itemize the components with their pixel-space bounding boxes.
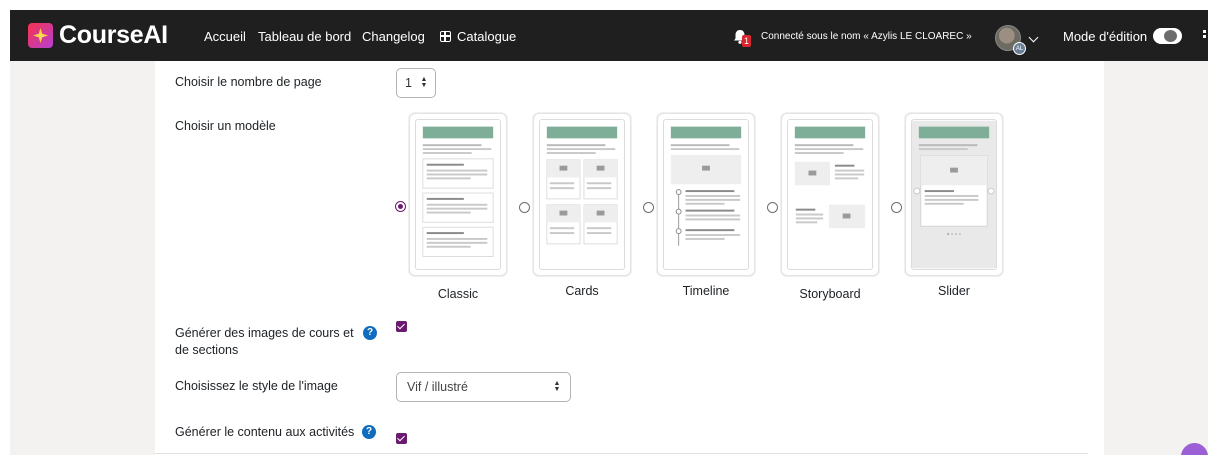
- generate-images-label-line1: Générer des images de cours et: [175, 326, 354, 340]
- edit-mode-toggle-knob: [1164, 30, 1177, 42]
- template-thumbnail-classic: [415, 119, 501, 270]
- nav-link-catalogue[interactable]: Catalogue: [440, 29, 516, 44]
- section-divider: [155, 453, 1088, 454]
- brand-logo-icon: [28, 23, 53, 48]
- left-gutter: [10, 61, 155, 455]
- template-name-timeline: Timeline: [682, 284, 730, 298]
- template-card-slider[interactable]: [905, 113, 1003, 276]
- template-radio-timeline[interactable]: [643, 202, 654, 213]
- image-style-select[interactable]: Vif / illustré: [396, 372, 571, 402]
- template-thumbnail-cards: [539, 119, 625, 270]
- template-name-storyboard: Storyboard: [799, 287, 861, 301]
- nav-link-accueil[interactable]: Accueil: [204, 29, 246, 44]
- template-label: Choisir un modèle: [175, 119, 276, 133]
- template-name-cards: Cards: [565, 284, 599, 298]
- notification-count-badge: 1: [742, 35, 751, 47]
- nav-link-tableau-de-bord[interactable]: Tableau de bord: [258, 29, 351, 44]
- connected-as-text: Connecté sous le nom « Azylis LE CLOAREC…: [761, 31, 972, 42]
- page-count-select[interactable]: 1: [396, 68, 436, 98]
- page-count-label: Choisir le nombre de page: [175, 75, 322, 89]
- help-icon[interactable]: ?: [362, 425, 376, 439]
- template-card-storyboard[interactable]: [781, 113, 879, 276]
- top-navbar: CourseAI Accueil Tableau de bord Changel…: [10, 10, 1208, 61]
- nav-link-changelog[interactable]: Changelog: [362, 29, 425, 44]
- template-radio-slider[interactable]: [891, 202, 902, 213]
- template-card-timeline[interactable]: [657, 113, 755, 276]
- template-radio-storyboard[interactable]: [767, 202, 778, 213]
- chevron-down-icon[interactable]: [1028, 32, 1039, 43]
- template-thumbnail-storyboard: [787, 119, 873, 270]
- template-thumbnail-slider: [911, 119, 997, 270]
- grid-icon: [440, 31, 451, 42]
- brand-name: CourseAI: [59, 21, 168, 49]
- image-style-value: Vif / illustré: [407, 380, 468, 394]
- generate-images-checkbox[interactable]: [396, 321, 407, 332]
- template-name-classic: Classic: [437, 287, 479, 301]
- template-radio-classic[interactable]: [395, 201, 406, 212]
- template-radio-cards[interactable]: [519, 202, 530, 213]
- select-arrows-icon: ▲ ▼: [420, 76, 428, 89]
- generate-images-label-line2: de sections: [175, 343, 239, 357]
- select-arrows-icon: ▲ ▼: [553, 380, 561, 393]
- help-icon[interactable]: ?: [363, 326, 377, 340]
- template-thumbnail-timeline: [663, 119, 749, 270]
- edit-mode-label: Mode d'édition: [1063, 29, 1148, 44]
- nav-link-catalogue-label: Catalogue: [457, 29, 517, 44]
- page-count-value: 1: [405, 76, 412, 90]
- generate-content-checkbox[interactable]: [396, 433, 407, 444]
- image-style-label: Choisissez le style de l'image: [175, 379, 338, 393]
- template-name-slider: Slider: [938, 284, 970, 298]
- right-gutter: [1104, 61, 1208, 455]
- avatar-initials: AL: [1013, 42, 1026, 55]
- brand-logo[interactable]: CourseAI: [28, 23, 168, 48]
- template-card-cards[interactable]: [533, 113, 631, 276]
- generate-content-label: Générer le contenu aux activités: [175, 425, 355, 439]
- apps-icon[interactable]: [1203, 30, 1208, 42]
- template-card-classic[interactable]: [409, 113, 507, 276]
